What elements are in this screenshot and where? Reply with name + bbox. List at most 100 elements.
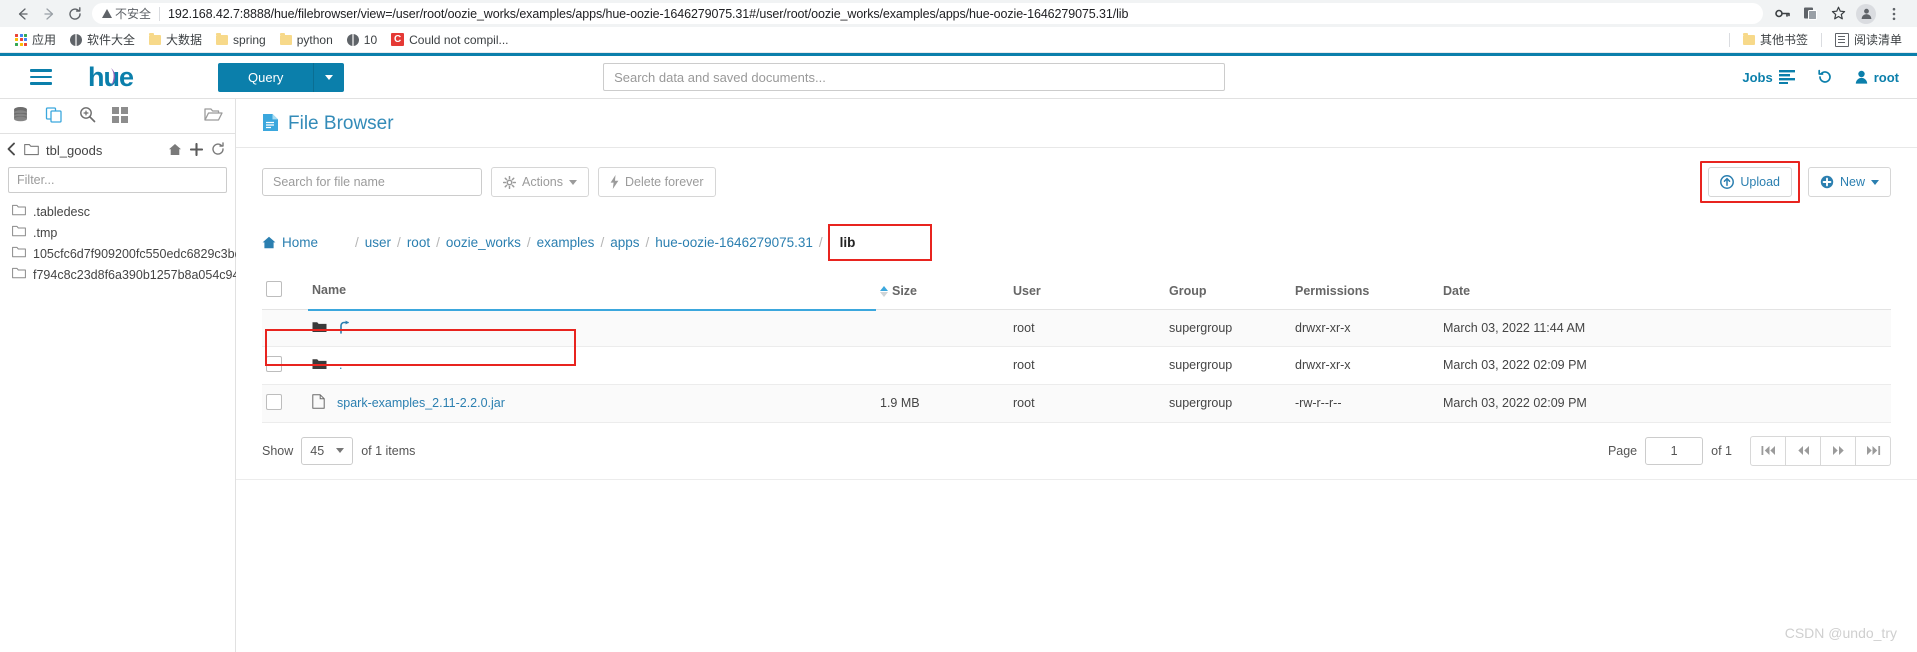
omnibox-divider: [159, 6, 161, 21]
jobs-label: Jobs: [1742, 69, 1773, 85]
profile-icon[interactable]: [1853, 1, 1879, 27]
back-button[interactable]: [10, 1, 36, 27]
hue-logo[interactable]: hue: [88, 62, 180, 92]
jobs-list-icon: [1778, 70, 1795, 84]
page-title: File Browser: [288, 113, 394, 134]
page-total-label: of 1: [1711, 443, 1732, 458]
bolt-icon: [610, 175, 619, 189]
security-indicator[interactable]: 不安全: [102, 5, 151, 22]
previous-page-button[interactable]: [1786, 435, 1821, 466]
folder-icon: [12, 246, 26, 261]
assist-filter-input[interactable]: Filter...: [8, 167, 227, 193]
jobs-button[interactable]: Jobs: [1742, 69, 1795, 85]
apps-grid-icon[interactable]: [112, 106, 128, 126]
breadcrumb-item-apps[interactable]: apps: [605, 235, 644, 250]
refresh-icon[interactable]: [211, 142, 225, 159]
database-icon[interactable]: [12, 106, 29, 126]
globe-icon: [346, 33, 359, 46]
items-count-label: of 1 items: [361, 443, 416, 458]
row-date-cell: March 03, 2022 11:44 AM: [1439, 309, 1891, 347]
row-checkbox[interactable]: [266, 355, 282, 372]
row-select-cell: [262, 346, 308, 385]
table-row[interactable]: spark-examples_2.11-2.2.0.jar 1.9 MB roo…: [262, 384, 1891, 423]
bookmark-1[interactable]: 软件大全: [63, 29, 142, 50]
row-checkbox[interactable]: [266, 393, 282, 410]
more-menu-icon[interactable]: [1881, 1, 1907, 27]
query-dropdown-button[interactable]: [314, 62, 345, 92]
actions-button[interactable]: Actions: [491, 167, 589, 197]
footer-divider: [236, 478, 1917, 480]
parent-dir-icon[interactable]: [339, 320, 351, 337]
first-page-button[interactable]: [1750, 435, 1786, 466]
reading-list[interactable]: 阅读清单: [1828, 29, 1909, 50]
assist-item-tabledesc[interactable]: .tabledesc: [6, 201, 229, 222]
page-number-input[interactable]: 1: [1645, 436, 1704, 465]
assist-breadcrumb-label[interactable]: tbl_goods: [46, 143, 102, 158]
hue-logo-icon: hue: [88, 62, 135, 92]
menu-toggle-button[interactable]: [0, 69, 66, 85]
upload-button[interactable]: Upload: [1708, 167, 1792, 197]
key-icon[interactable]: [1769, 1, 1795, 27]
new-button[interactable]: New: [1807, 167, 1891, 197]
query-button-group[interactable]: Query: [218, 62, 345, 92]
column-header-user[interactable]: User: [1009, 271, 1165, 310]
assist-item-hash1[interactable]: 105cfc6d7f909200fc550edc6829c3bd: [6, 243, 242, 264]
breadcrumb-item-hue-oozie[interactable]: hue-oozie-1646279075.31: [650, 235, 818, 250]
user-menu[interactable]: root: [1855, 70, 1899, 85]
breadcrumb-item-examples[interactable]: examples: [532, 235, 600, 250]
bookmark-6[interactable]: C Could not compil...: [384, 31, 515, 49]
address-bar[interactable]: 不安全 192.168.42.7:8888/hue/filebrowser/vi…: [92, 3, 1763, 24]
assist-item-hash2[interactable]: f794c8c23d8f6a390b1257b8a054c946: [6, 264, 246, 285]
documents-icon[interactable]: [45, 106, 63, 127]
row-name-link[interactable]: .: [339, 358, 342, 372]
add-icon[interactable]: [189, 142, 204, 159]
home-icon[interactable]: [168, 143, 182, 159]
row-name-link[interactable]: spark-examples_2.11-2.2.0.jar: [337, 396, 505, 410]
forward-button[interactable]: [36, 1, 62, 27]
column-header-permissions[interactable]: Permissions: [1291, 271, 1439, 310]
divider: [1728, 32, 1730, 47]
back-chevron-icon[interactable]: [6, 142, 17, 159]
sort-icon: [880, 285, 888, 297]
reload-button[interactable]: [62, 1, 88, 27]
breadcrumb-item-user[interactable]: user: [360, 235, 396, 250]
breadcrumb-home[interactable]: Home: [262, 235, 318, 250]
last-page-button[interactable]: [1856, 435, 1891, 466]
upload-icon: [1720, 175, 1735, 189]
assist-icon-bar: [0, 99, 235, 134]
global-search-input[interactable]: Search data and saved documents...: [603, 63, 1226, 91]
breadcrumb-item-oozie-works[interactable]: oozie_works: [441, 235, 526, 250]
table-row[interactable]: . root supergroup drwxr-xr-x March 03, 2…: [262, 346, 1891, 385]
page-size-select[interactable]: 45: [301, 436, 354, 465]
new-label: New: [1839, 175, 1865, 189]
breadcrumb-item-lib[interactable]: lib: [827, 224, 932, 261]
extensions-icon[interactable]: [1797, 1, 1823, 27]
page-size-value: 45: [310, 443, 325, 458]
search-zoom-icon[interactable]: [79, 106, 96, 126]
row-user-cell: root: [1009, 346, 1165, 385]
file-icon: [312, 394, 325, 412]
breadcrumb-item-root[interactable]: root: [402, 235, 435, 250]
folder-icon: [12, 267, 26, 282]
query-button[interactable]: Query: [218, 62, 315, 92]
next-page-button[interactable]: [1821, 435, 1856, 466]
bookmark-5[interactable]: 10: [340, 31, 384, 49]
bookmark-4[interactable]: python: [273, 31, 340, 49]
folder-open-icon[interactable]: [204, 106, 223, 126]
select-all-checkbox[interactable]: [266, 281, 282, 297]
delete-forever-button[interactable]: Delete forever: [598, 167, 716, 197]
search-input[interactable]: Search for file name: [262, 168, 482, 196]
assist-item-tmp[interactable]: .tmp: [6, 222, 229, 243]
bookmark-3[interactable]: spring: [209, 31, 273, 49]
column-header-size[interactable]: Size: [876, 271, 1009, 310]
bookmark-2[interactable]: 大数据: [142, 29, 209, 50]
column-header-name[interactable]: Name: [308, 271, 876, 311]
history-button[interactable]: [1817, 69, 1833, 85]
folder-icon: [149, 32, 162, 45]
star-icon[interactable]: [1825, 1, 1851, 27]
table-row[interactable]: root supergroup drwxr-xr-x March 03, 202…: [262, 309, 1891, 347]
bookmark-apps[interactable]: 应用: [8, 29, 63, 50]
other-bookmarks[interactable]: 其他书签: [1736, 29, 1815, 50]
column-header-date[interactable]: Date: [1439, 271, 1891, 310]
column-header-group[interactable]: Group: [1165, 271, 1291, 310]
